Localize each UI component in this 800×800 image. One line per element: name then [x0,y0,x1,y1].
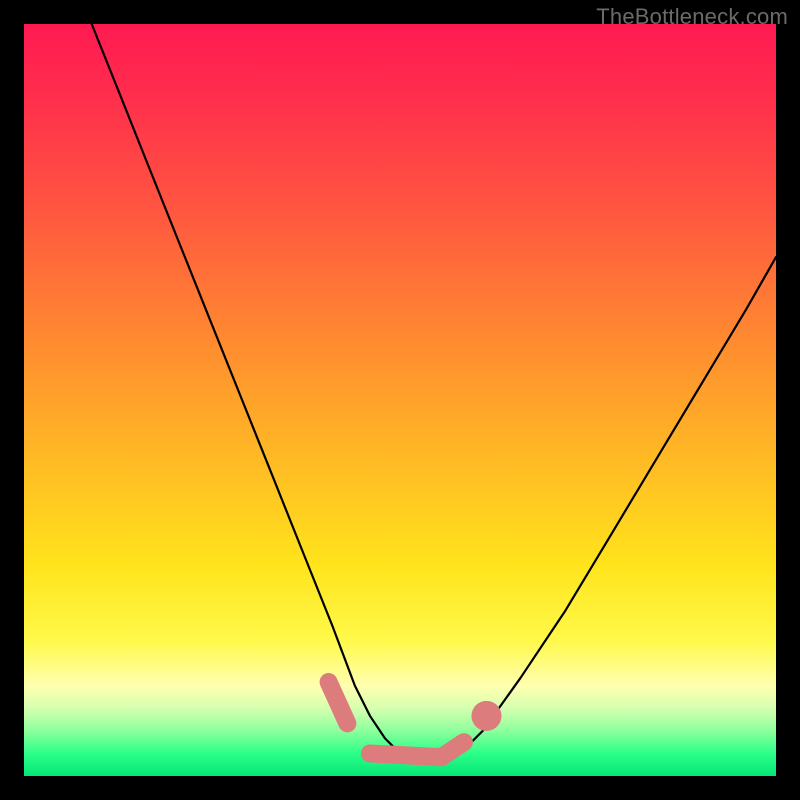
marker-capsule [441,742,464,757]
marker-capsule [370,753,441,757]
watermark-text: TheBottleneck.com [596,4,788,30]
plot-area [24,24,776,776]
marker-capsule [329,682,348,723]
marker-dot [471,701,501,731]
curve-layer [24,24,776,776]
chart-frame: TheBottleneck.com [0,0,800,800]
bottleneck-curve [92,24,776,761]
